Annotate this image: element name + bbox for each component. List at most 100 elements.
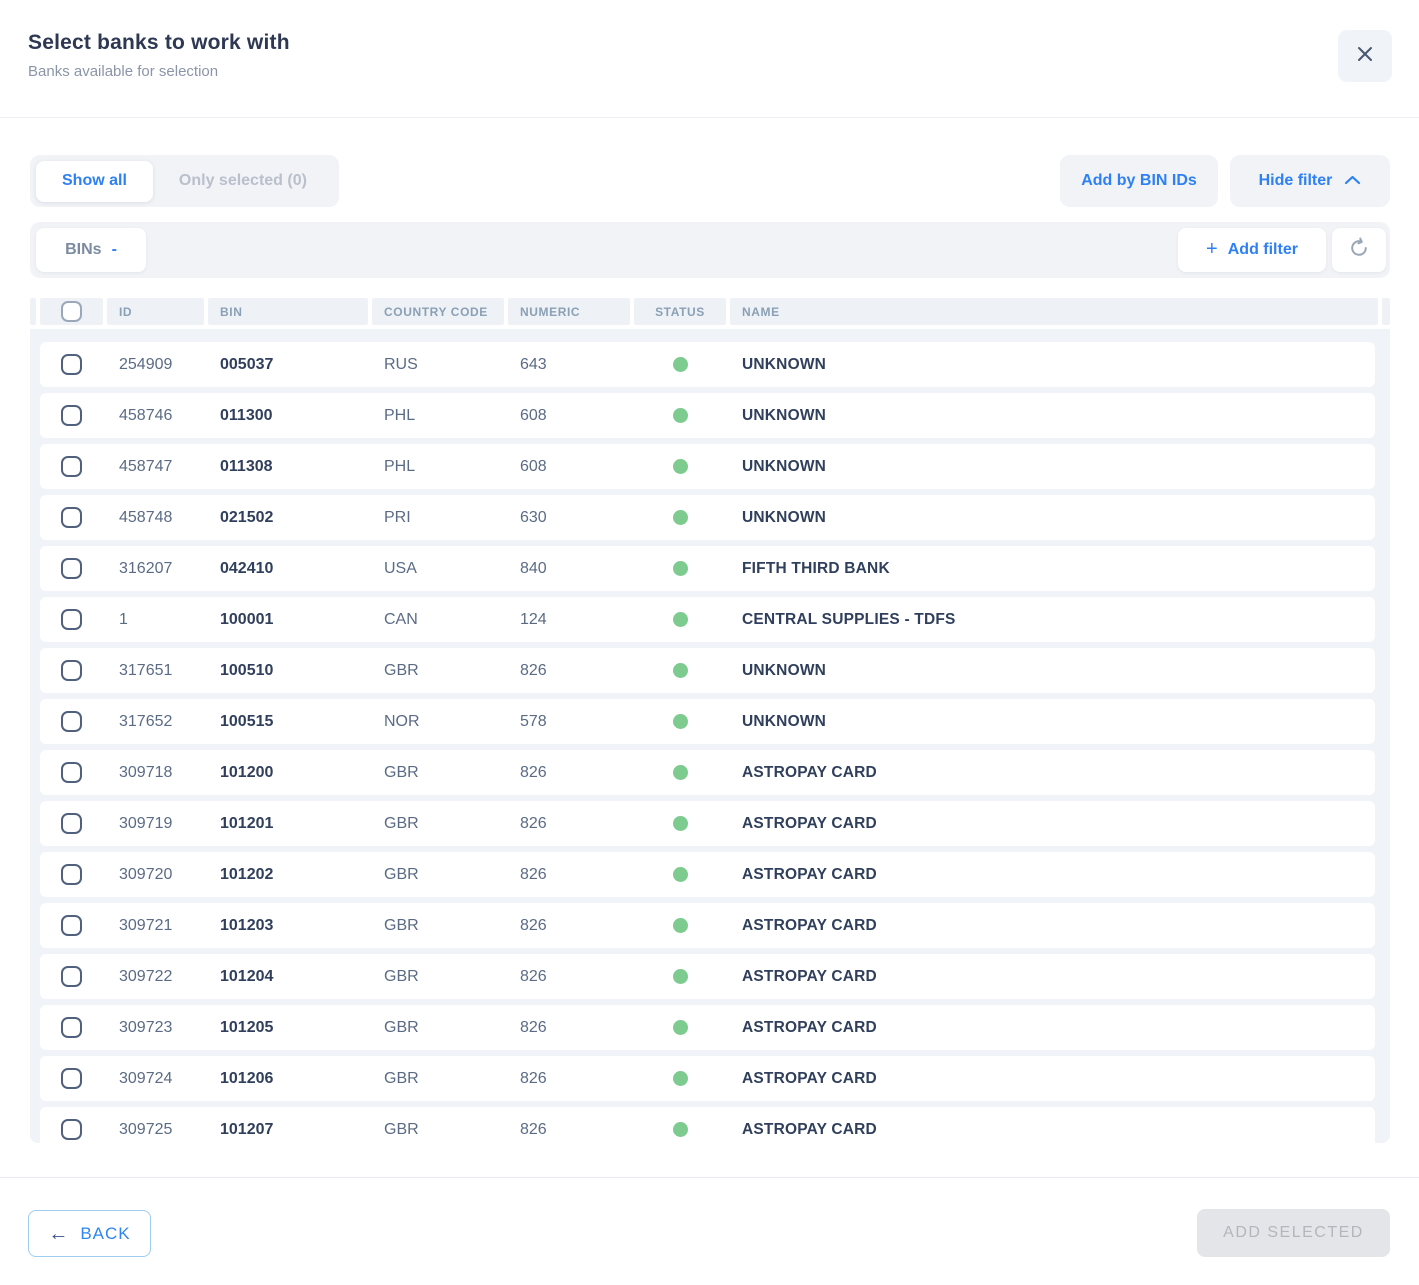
cell-name: ASTROPAY CARD xyxy=(730,917,1375,935)
table-row[interactable]: 317651100510GBR826UNKNOWN xyxy=(40,648,1375,693)
page-subtitle: Banks available for selection xyxy=(28,63,218,80)
table-row[interactable]: 309720101202GBR826ASTROPAY CARD xyxy=(40,852,1375,897)
cell-country-code: PHL xyxy=(372,407,504,425)
table-row[interactable]: 1100001CAN124CENTRAL SUPPLIES - TDFS xyxy=(40,597,1375,642)
table-row[interactable]: 317652100515NOR578UNKNOWN xyxy=(40,699,1375,744)
row-checkbox[interactable] xyxy=(61,813,82,834)
row-checkbox[interactable] xyxy=(61,405,82,426)
cell-id: 309720 xyxy=(107,866,204,884)
cell-name: ASTROPAY CARD xyxy=(730,1070,1375,1088)
status-active-dot xyxy=(673,714,688,729)
cell-name: ASTROPAY CARD xyxy=(730,866,1375,884)
table-row[interactable]: 309722101204GBR826ASTROPAY CARD xyxy=(40,954,1375,999)
table-row[interactable]: 458747011308PHL608UNKNOWN xyxy=(40,444,1375,489)
add-selected-button[interactable]: ADD SELECTED xyxy=(1197,1209,1390,1257)
column-header-status[interactable]: STATUS xyxy=(634,298,726,325)
table-row[interactable]: 458746011300PHL608UNKNOWN xyxy=(40,393,1375,438)
status-active-dot xyxy=(673,459,688,474)
cell-bin: 101205 xyxy=(208,1019,368,1037)
table-header: ID BIN COUNTRY CODE NUMERIC STATUS NAME xyxy=(30,298,1390,325)
table-row[interactable]: 309718101200GBR826ASTROPAY CARD xyxy=(40,750,1375,795)
cell-name: UNKNOWN xyxy=(730,713,1375,731)
row-checkbox[interactable] xyxy=(61,1119,82,1140)
table-row[interactable]: 309724101206GBR826ASTROPAY CARD xyxy=(40,1056,1375,1101)
cell-status xyxy=(634,663,726,678)
cell-numeric: 608 xyxy=(508,458,630,476)
row-checkbox[interactable] xyxy=(61,354,82,375)
plus-icon: + xyxy=(1206,239,1218,259)
hide-filter-label: Hide filter xyxy=(1259,172,1333,190)
add-by-bin-ids-button[interactable]: Add by BIN IDs xyxy=(1060,155,1218,207)
row-checkbox[interactable] xyxy=(61,660,82,681)
row-checkbox-cell xyxy=(40,1068,103,1089)
status-active-dot xyxy=(673,969,688,984)
table-row[interactable]: 309723101205GBR826ASTROPAY CARD xyxy=(40,1005,1375,1050)
cell-country-code: GBR xyxy=(372,917,504,935)
column-header-id[interactable]: ID xyxy=(107,298,204,325)
row-checkbox[interactable] xyxy=(61,711,82,732)
cell-status xyxy=(634,408,726,423)
table-row[interactable]: 316207042410USA840FIFTH THIRD BANK xyxy=(40,546,1375,591)
footer-divider xyxy=(0,1177,1419,1178)
cell-numeric: 578 xyxy=(508,713,630,731)
column-header-country-code[interactable]: COUNTRY CODE xyxy=(372,298,504,325)
row-checkbox[interactable] xyxy=(61,762,82,783)
column-header-name[interactable]: NAME xyxy=(730,298,1378,325)
row-checkbox[interactable] xyxy=(61,1068,82,1089)
cell-name: UNKNOWN xyxy=(730,458,1375,476)
table-row[interactable]: 458748021502PRI630UNKNOWN xyxy=(40,495,1375,540)
row-checkbox-cell xyxy=(40,966,103,987)
back-button[interactable]: ← BACK xyxy=(28,1210,151,1257)
cell-bin: 101201 xyxy=(208,815,368,833)
status-active-dot xyxy=(673,612,688,627)
row-checkbox-cell xyxy=(40,813,103,834)
row-checkbox[interactable] xyxy=(61,915,82,936)
table-row[interactable]: 309725101207GBR826ASTROPAY CARD xyxy=(40,1107,1375,1143)
cell-id: 309719 xyxy=(107,815,204,833)
cell-country-code: PRI xyxy=(372,509,504,527)
cell-name: UNKNOWN xyxy=(730,407,1375,425)
status-active-dot xyxy=(673,1071,688,1086)
cell-country-code: GBR xyxy=(372,815,504,833)
row-checkbox[interactable] xyxy=(61,966,82,987)
cell-status xyxy=(634,714,726,729)
tab-only-selected[interactable]: Only selected (0) xyxy=(153,161,333,202)
cell-id: 1 xyxy=(107,611,204,629)
cell-numeric: 826 xyxy=(508,917,630,935)
cell-name: ASTROPAY CARD xyxy=(730,815,1375,833)
status-active-dot xyxy=(673,663,688,678)
close-icon xyxy=(1355,44,1375,69)
cell-status xyxy=(634,1020,726,1035)
cell-id: 309721 xyxy=(107,917,204,935)
reset-filters-button[interactable] xyxy=(1332,228,1386,272)
row-checkbox[interactable] xyxy=(61,558,82,579)
table-row[interactable]: 309721101203GBR826ASTROPAY CARD xyxy=(40,903,1375,948)
add-filter-button[interactable]: + Add filter xyxy=(1178,228,1326,272)
row-checkbox-cell xyxy=(40,762,103,783)
cell-bin: 101202 xyxy=(208,866,368,884)
arrow-left-icon: ← xyxy=(48,1224,68,1244)
status-active-dot xyxy=(673,1122,688,1137)
cell-name: UNKNOWN xyxy=(730,509,1375,527)
table-row[interactable]: 254909005037RUS643UNKNOWN xyxy=(40,342,1375,387)
column-header-numeric[interactable]: NUMERIC xyxy=(508,298,630,325)
cell-bin: 042410 xyxy=(208,560,368,578)
cell-status xyxy=(634,357,726,372)
tab-show-all[interactable]: Show all xyxy=(36,161,153,202)
hide-filter-button[interactable]: Hide filter xyxy=(1230,155,1390,207)
cell-name: ASTROPAY CARD xyxy=(730,764,1375,782)
table-row[interactable]: 309719101201GBR826ASTROPAY CARD xyxy=(40,801,1375,846)
bins-filter-chip[interactable]: BINs - xyxy=(36,228,146,272)
row-checkbox[interactable] xyxy=(61,609,82,630)
row-checkbox[interactable] xyxy=(61,864,82,885)
row-checkbox[interactable] xyxy=(61,456,82,477)
row-checkbox-cell xyxy=(40,405,103,426)
select-all-checkbox[interactable] xyxy=(61,301,82,322)
status-active-dot xyxy=(673,510,688,525)
cell-bin: 011308 xyxy=(208,458,368,476)
row-checkbox[interactable] xyxy=(61,1017,82,1038)
cell-id: 317652 xyxy=(107,713,204,731)
close-button[interactable] xyxy=(1338,30,1392,82)
row-checkbox[interactable] xyxy=(61,507,82,528)
column-header-bin[interactable]: BIN xyxy=(208,298,368,325)
